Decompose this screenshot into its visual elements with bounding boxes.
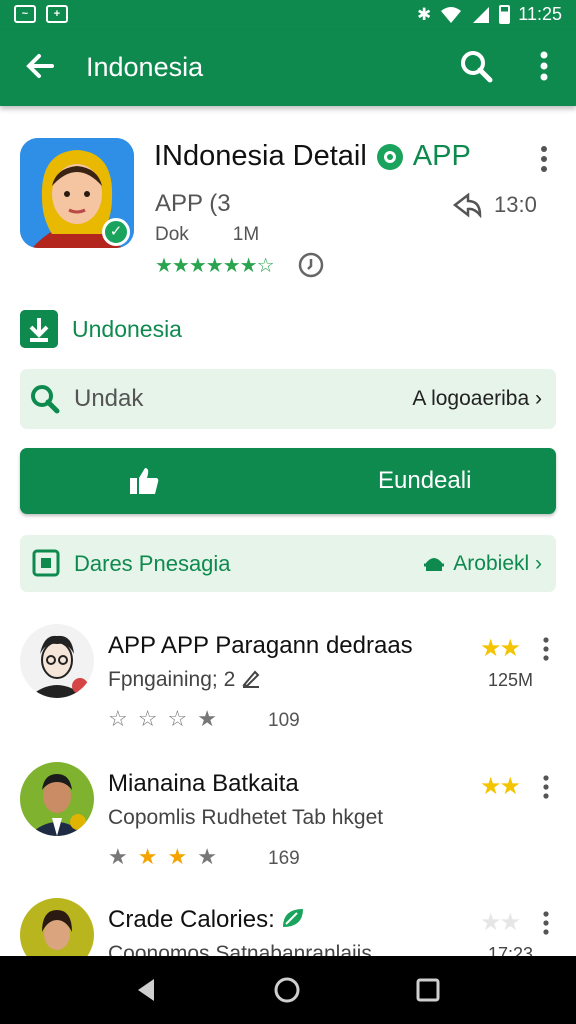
review-more-icon[interactable] — [538, 636, 554, 662]
star-icon: ★ — [108, 844, 138, 869]
review-name-text: Crade Calories: — [108, 906, 275, 933]
review-top-stars: ★★ — [480, 773, 521, 800]
avatar — [20, 624, 94, 698]
review-subtitle: Fpngaining; 2 — [108, 668, 261, 692]
home-nav-icon[interactable] — [273, 976, 301, 1004]
feature-card-right: Arobiekl — [453, 552, 530, 575]
app-meta: Dok 1M — [155, 224, 259, 246]
download-icon — [20, 310, 58, 348]
leaf-icon — [283, 909, 304, 927]
app-more-icon[interactable] — [534, 144, 554, 174]
review-side-value: 125M — [488, 670, 534, 690]
edit-icon — [242, 670, 260, 688]
review-stars: ☆☆☆★ — [108, 706, 227, 732]
review-count: 109 — [268, 710, 300, 731]
star-icon: ★ — [197, 706, 227, 731]
search-green-icon — [31, 385, 60, 414]
avatar — [20, 762, 94, 836]
status-time: 11:25 — [518, 4, 562, 24]
battery-icon — [499, 5, 511, 24]
review-top-stars: ★★ — [480, 635, 521, 662]
search-card-label: Undak — [74, 385, 144, 412]
signal-icon — [473, 6, 490, 23]
install-row[interactable]: Undonesia — [20, 310, 182, 348]
app-name: INdonesia Detail — [154, 140, 367, 172]
app-rating: ★★★★★★☆ — [155, 252, 324, 278]
developer-name[interactable]: APP (3 — [155, 190, 231, 218]
verified-badge-icon — [376, 143, 403, 170]
review-subtitle: Copomlis Rudhetet Tab hkget — [108, 806, 384, 829]
app-title: INdonesia Detail APP — [154, 140, 471, 173]
review-name: APP APP Paragann dedraas — [108, 632, 413, 659]
meta-left: Dok — [155, 224, 189, 245]
star-icon: ★ — [167, 844, 198, 869]
app-header: ✓ INdonesia Detail APP APP (3 13:0 Dok 1… — [0, 120, 576, 280]
activity-icon: ~ — [14, 5, 36, 23]
android-icon — [424, 558, 444, 571]
thumbs-up-icon — [130, 468, 159, 494]
star-icon: ☆ — [137, 706, 168, 731]
review-subtitle-text: Fpngaining; 2 — [108, 668, 236, 691]
share-icon[interactable] — [452, 192, 482, 218]
more-vert-icon[interactable] — [530, 48, 558, 84]
review-top-stars: ★★ — [480, 909, 521, 936]
review-name: Mianaina Batkaita — [108, 770, 299, 797]
search-card-link[interactable]: A logoaeriba › — [412, 387, 542, 411]
review-name: Crade Calories: — [108, 906, 305, 934]
meta-right: 1M — [232, 224, 260, 245]
search-card-right: A logoaeriba — [412, 387, 530, 410]
app-bar: Indonesia — [0, 30, 576, 106]
search-card[interactable]: Undak A logoaeriba › — [20, 369, 556, 429]
search-icon[interactable] — [458, 48, 494, 84]
install-label: Undonesia — [72, 315, 182, 342]
star-icon: ☆ — [108, 706, 138, 731]
review-count: 169 — [268, 848, 300, 869]
main-button-label: Eundeali — [378, 467, 472, 494]
review-stars: ★★★★ — [108, 844, 227, 870]
recents-nav-icon[interactable] — [414, 976, 442, 1004]
system-nav-bar — [0, 956, 576, 1024]
star-icon: ★ — [137, 844, 168, 869]
app-right-info: 13:0 — [452, 192, 537, 218]
clock-icon — [298, 252, 323, 278]
back-nav-icon[interactable] — [132, 976, 160, 1004]
feature-card-link[interactable]: Arobiekl › — [453, 552, 542, 576]
verified-check-icon: ✓ — [102, 218, 130, 246]
rating-stars: ★★★★★★☆ — [155, 254, 275, 277]
feature-card-label: Dares Pnesagia — [74, 551, 231, 576]
review-more-icon[interactable] — [538, 774, 554, 800]
main-action-button[interactable]: Eundeali — [20, 448, 556, 514]
app-tag: APP — [412, 140, 471, 172]
review-more-icon[interactable] — [538, 910, 554, 936]
tablet-icon — [32, 549, 60, 577]
status-bar: ~ + ✱ 11:25 — [0, 0, 576, 30]
back-arrow-icon[interactable] — [22, 48, 58, 84]
review-item[interactable]: Mianaina Batkaita Copomlis Rudhetet Tab … — [0, 762, 576, 892]
star-icon: ★ — [197, 844, 227, 869]
app-bar-title: Indonesia — [86, 52, 204, 82]
star-icon: ☆ — [167, 706, 198, 731]
feature-card[interactable]: Dares Pnesagia Arobiekl › — [20, 535, 556, 592]
wifi-icon — [441, 6, 462, 23]
bluetooth-icon: ✱ — [417, 4, 432, 24]
app-icon[interactable]: ✓ — [20, 138, 134, 248]
app-right-value: 13:0 — [494, 192, 537, 217]
review-item[interactable]: APP APP Paragann dedraas Fpngaining; 2 ☆… — [0, 624, 576, 754]
battery-saver-icon: + — [46, 5, 68, 23]
